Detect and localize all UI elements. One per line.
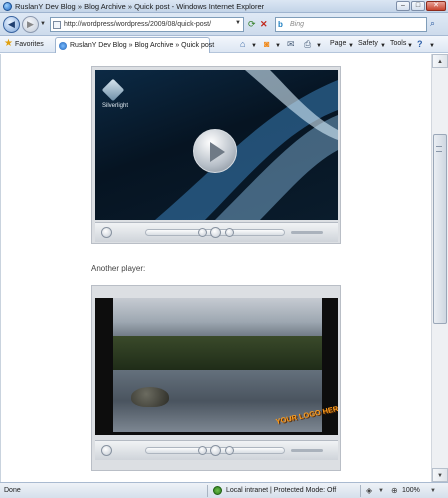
video-sky — [113, 298, 322, 338]
close-button[interactable]: ✕ — [426, 1, 446, 11]
command-bar: ★ Favorites RuslanY Dev Blog » Blog Arch… — [0, 36, 448, 53]
favorites-label: Favorites — [14, 40, 44, 48]
forward-button-2[interactable] — [225, 446, 234, 455]
zoom-icon[interactable]: ⊕ — [391, 486, 398, 495]
zoom-dropdown-icon[interactable]: ▼ — [430, 488, 436, 494]
status-divider — [360, 485, 361, 497]
help-dropdown-icon[interactable]: ▼ — [429, 41, 435, 51]
scroll-down-button[interactable]: ▼ — [432, 468, 448, 482]
silverlight-logo-text: Silverlight — [102, 103, 129, 109]
search-icon[interactable]: ⌕ — [430, 18, 435, 29]
maximize-button[interactable]: □ — [411, 1, 425, 11]
player-2-controls — [95, 440, 338, 460]
search-placeholder: Bing — [290, 21, 305, 28]
scroll-up-button[interactable]: ▲ — [432, 54, 448, 68]
address-dropdown-icon[interactable]: ▼ — [235, 20, 241, 26]
video-area-1[interactable]: Silverlight — [95, 70, 338, 220]
video-frame-lake: YOUR LOGO HERE — [95, 298, 338, 435]
protected-mode-icon[interactable]: ◈ — [366, 486, 372, 495]
help-icon[interactable]: ? — [417, 39, 423, 49]
safety-menu[interactable]: Safety — [358, 40, 378, 47]
silverlight-splash: Silverlight — [95, 70, 338, 220]
favorites-button[interactable]: ★ Favorites — [4, 39, 44, 49]
ie-icon — [3, 2, 12, 11]
fullscreen-icon[interactable] — [101, 445, 112, 456]
volume-slider-2[interactable] — [291, 449, 323, 452]
intranet-zone-icon — [213, 486, 222, 495]
vertical-scrollbar[interactable]: ▲ ▼ — [431, 54, 448, 482]
tab-page-icon — [59, 42, 67, 50]
page-icon — [53, 21, 61, 29]
back-button[interactable]: ◀ — [3, 16, 20, 33]
address-row: ◀ ▶ ▼ http://wordpress/wordpress/2009/08… — [0, 13, 448, 36]
status-text: Done — [4, 487, 21, 494]
page-menu[interactable]: Page — [330, 40, 346, 47]
volume-slider-1[interactable] — [291, 231, 323, 234]
rewind-button-1[interactable] — [198, 228, 207, 237]
forward-button-1[interactable] — [225, 228, 234, 237]
tab-label: RuslanY Dev Blog » Blog Archive » Quick … — [70, 42, 215, 49]
another-player-caption: Another player: — [91, 264, 146, 273]
refresh-icon[interactable]: ⟳ — [248, 19, 256, 29]
scroll-thumb[interactable] — [433, 134, 447, 324]
safety-menu-chevron-icon: ▼ — [380, 43, 386, 49]
status-divider — [207, 485, 208, 497]
player-1-controls — [95, 222, 338, 242]
zoom-level[interactable]: 100% — [402, 487, 420, 494]
status-bar: Done Local intranet | Protected Mode: Of… — [0, 482, 448, 498]
rewind-button-2[interactable] — [198, 446, 207, 455]
page-menu-chevron-icon: ▼ — [348, 43, 354, 49]
play-icon — [210, 142, 225, 162]
window-title: RuslanY Dev Blog » Blog Archive » Quick … — [15, 2, 265, 11]
video-player-2: YOUR LOGO HERE — [91, 285, 341, 471]
stop-icon[interactable]: ✕ — [260, 19, 268, 29]
page-content: Silverlight Another player: YOUR LOGO HE… — [0, 54, 431, 482]
tools-menu-chevron-icon: ▼ — [407, 43, 413, 49]
forward-arrow-icon: ▶ — [27, 19, 34, 29]
back-arrow-icon: ◀ — [8, 19, 15, 29]
tools-menu[interactable]: Tools — [390, 40, 406, 47]
play-button[interactable] — [193, 129, 237, 173]
recent-pages-dropdown[interactable]: ▼ — [40, 21, 46, 27]
feeds-dropdown-icon[interactable]: ▼ — [275, 41, 281, 51]
protected-mode-dropdown-icon[interactable]: ▼ — [378, 488, 384, 494]
video-area-2[interactable]: YOUR LOGO HERE — [95, 298, 338, 435]
title-bar: RuslanY Dev Blog » Blog Archive » Quick … — [0, 0, 448, 13]
home-dropdown-icon[interactable]: ▼ — [251, 41, 257, 51]
minimize-button[interactable]: – — [396, 1, 410, 11]
window-controls: – □ ✕ — [396, 1, 446, 11]
home-icon[interactable]: ⌂ — [240, 39, 245, 49]
search-field[interactable]: b Bing — [275, 17, 427, 32]
play-pause-button-2[interactable] — [210, 445, 221, 456]
video-rock — [131, 387, 169, 407]
print-icon[interactable]: ⎙ — [304, 39, 311, 49]
bing-icon: b — [278, 20, 283, 29]
url-text: http://wordpress/wordpress/2009/08/quick… — [64, 21, 212, 28]
security-zone-text[interactable]: Local intranet | Protected Mode: Off — [226, 487, 336, 494]
forward-button[interactable]: ▶ — [22, 16, 39, 33]
play-pause-button-1[interactable] — [210, 227, 221, 238]
address-field[interactable]: http://wordpress/wordpress/2009/08/quick… — [50, 17, 244, 32]
fullscreen-icon[interactable] — [101, 227, 112, 238]
video-hills — [113, 336, 322, 370]
scroll-grip-icon — [436, 146, 442, 152]
mail-icon[interactable]: ✉ — [287, 39, 295, 49]
video-player-1: Silverlight — [91, 66, 341, 244]
tab-quick-post[interactable]: RuslanY Dev Blog » Blog Archive » Quick … — [55, 37, 214, 53]
feeds-icon[interactable]: ◙ — [264, 39, 269, 49]
star-icon: ★ — [4, 38, 13, 49]
print-dropdown-icon[interactable]: ▼ — [316, 41, 322, 51]
